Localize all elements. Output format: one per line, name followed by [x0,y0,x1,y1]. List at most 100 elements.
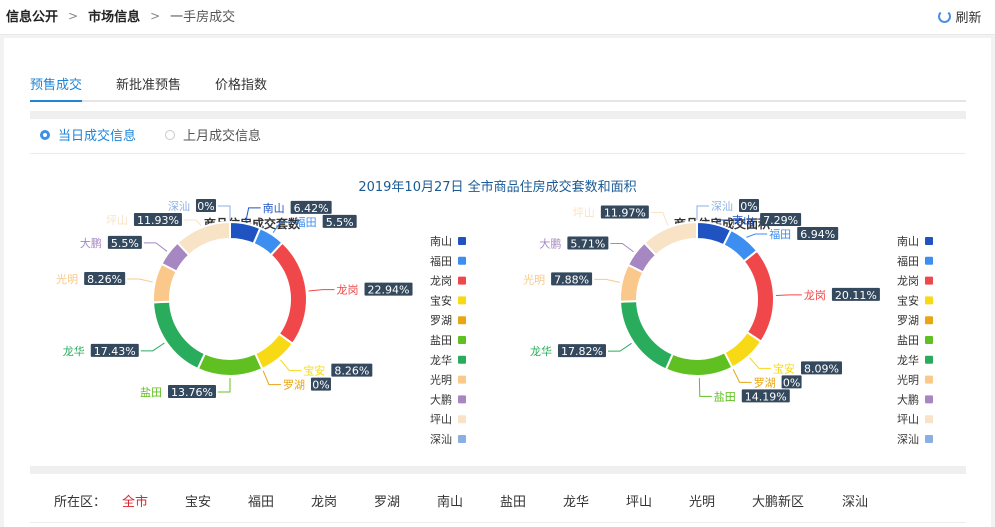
slice-category-label: 大鹏 [539,237,561,251]
legend-swatch [925,375,933,384]
slice-category-label: 坪山 [573,206,595,219]
slice-category-label: 坪山 [106,214,128,227]
legend-swatch [925,336,933,344]
donut-slice-龙华[interactable] [152,300,207,371]
slice-category-label: 南山 [263,202,285,215]
legend-label: 龙岗 [430,275,452,288]
slice-category-label: 龙华 [530,344,552,358]
donut-slice-龙岗[interactable] [742,249,775,344]
legend-item-大鹏[interactable]: 大鹏 [430,392,466,406]
legend-item-龙华[interactable]: 龙华 [897,353,933,367]
district-nanshan[interactable]: 南山 [437,491,463,510]
refresh-button[interactable]: 刷新 [929,2,991,30]
slice-value-label: 7.88% [554,273,589,286]
district-all[interactable]: 全市 [122,491,148,510]
legend-item-福田[interactable]: 福田 [430,254,466,268]
slice-value-label: 13.76% [171,386,213,399]
legend-item-盐田[interactable]: 盐田 [897,334,933,347]
legend-item-南山[interactable]: 南山 [897,235,933,248]
label-leader-line [140,342,165,352]
legend-swatch [925,355,933,364]
district-longhua[interactable]: 龙华 [563,491,589,510]
slice-value-label: 8.26% [334,365,369,378]
legend-item-罗湖[interactable]: 罗湖 [430,314,466,327]
slice-value-label: 17.82% [561,345,603,358]
label-leader-line [610,243,634,253]
donut-slice-龙华[interactable] [619,300,675,371]
legend-item-光明[interactable]: 光明 [430,373,466,387]
legend-item-盐田[interactable]: 盐田 [430,334,466,347]
district-yantian[interactable]: 盐田 [500,491,526,510]
legend-item-坪山[interactable]: 坪山 [897,413,933,426]
legend-item-宝安[interactable]: 宝安 [897,293,933,307]
legend-label: 坪山 [897,413,919,426]
legend-item-南山[interactable]: 南山 [430,235,466,248]
legend-item-福田[interactable]: 福田 [897,254,933,268]
slice-value-label: 17.43% [94,345,136,358]
district-filter-label: 所在区： [54,495,107,510]
slice-category-label: 罗湖 [283,379,305,392]
content-panel: 预售成交 新批准预售 价格指数 当日成交信息 上月成交信息 2019年10月27… [4,38,991,527]
legend-swatch [458,256,466,265]
legend-swatch [925,276,933,285]
refresh-icon [938,9,952,23]
legend-label: 罗湖 [897,314,919,327]
district-baoan[interactable]: 宝安 [185,491,211,510]
legend-item-龙岗[interactable]: 龙岗 [897,275,933,288]
district-guangming[interactable]: 光明 [689,491,715,510]
legend-item-龙岗[interactable]: 龙岗 [430,275,466,288]
legend-swatch [925,256,933,265]
legend-item-大鹏[interactable]: 大鹏 [897,392,933,406]
slice-value-label: 6.42% [294,202,329,215]
donut-slice-龙岗[interactable] [269,241,308,346]
legend-item-光明[interactable]: 光明 [897,373,933,387]
legend-swatch [458,237,466,245]
label-leader-line [698,377,712,397]
legend-item-罗湖[interactable]: 罗湖 [897,314,933,327]
legend-label: 福田 [430,254,452,268]
legend-item-深汕[interactable]: 深汕 [430,433,466,446]
slice-category-label: 盐田 [714,390,736,403]
legend-item-龙华[interactable]: 龙华 [430,353,466,367]
legend-swatch [925,415,933,424]
donut-charts: 商品住房成交套数南山 6.42%福田 5.5%龙岗 22.94%宝安 8.26%罗湖 0%… [56,199,933,446]
legend-swatch [458,336,466,344]
legend-label: 深汕 [897,433,919,446]
legend-item-坪山[interactable]: 坪山 [430,413,466,426]
slice-value-label: 14.19% [745,390,787,403]
slice-category-label: 龙华 [63,344,85,358]
district-dapeng[interactable]: 大鹏新区 [752,491,804,510]
breadcrumb: 信息公开 > 市场信息 > 一手房成交 [6,6,235,26]
slice-value-label: 7.29% [763,214,798,227]
donut-slice-坪山[interactable] [176,220,231,257]
slice-value-label: 11.93% [137,214,179,227]
district-luohu[interactable]: 罗湖 [374,491,400,510]
slice-value-label: 8.26% [87,273,122,286]
district-pingshan[interactable]: 坪山 [626,491,652,510]
slice-category-label: 福田 [295,215,317,229]
breadcrumb-item-market-info[interactable]: 市场信息 [88,6,140,25]
breadcrumb-item-info-public[interactable]: 信息公开 [6,6,58,25]
donut-slice-坪山[interactable] [642,220,698,257]
slice-value-label: 6.94% [800,228,835,241]
label-leader-line [262,370,281,386]
legend-swatch [458,276,466,285]
legend-item-宝安[interactable]: 宝安 [430,293,466,307]
legend-label: 龙岗 [897,275,919,288]
slice-category-label: 宝安 [773,361,795,375]
district-longgang[interactable]: 龙岗 [311,491,337,510]
slice-value-label: 5.5% [111,237,139,250]
legend-label: 深汕 [430,433,452,446]
district-shenshan[interactable]: 深汕 [842,491,868,510]
divider-band [30,466,966,474]
slice-category-label: 罗湖 [754,376,776,389]
slice-category-label: 大鹏 [80,236,102,250]
slice-value-label: 0% [783,376,800,389]
donut-slice-盐田[interactable] [664,350,734,377]
slice-category-label: 龙岗 [804,289,826,302]
legend-item-深汕[interactable]: 深汕 [897,433,933,446]
district-futian[interactable]: 福田 [248,491,274,510]
slice-category-label: 光明 [56,272,78,286]
legend-label: 大鹏 [897,392,919,406]
donut-slice-盐田[interactable] [196,352,264,377]
